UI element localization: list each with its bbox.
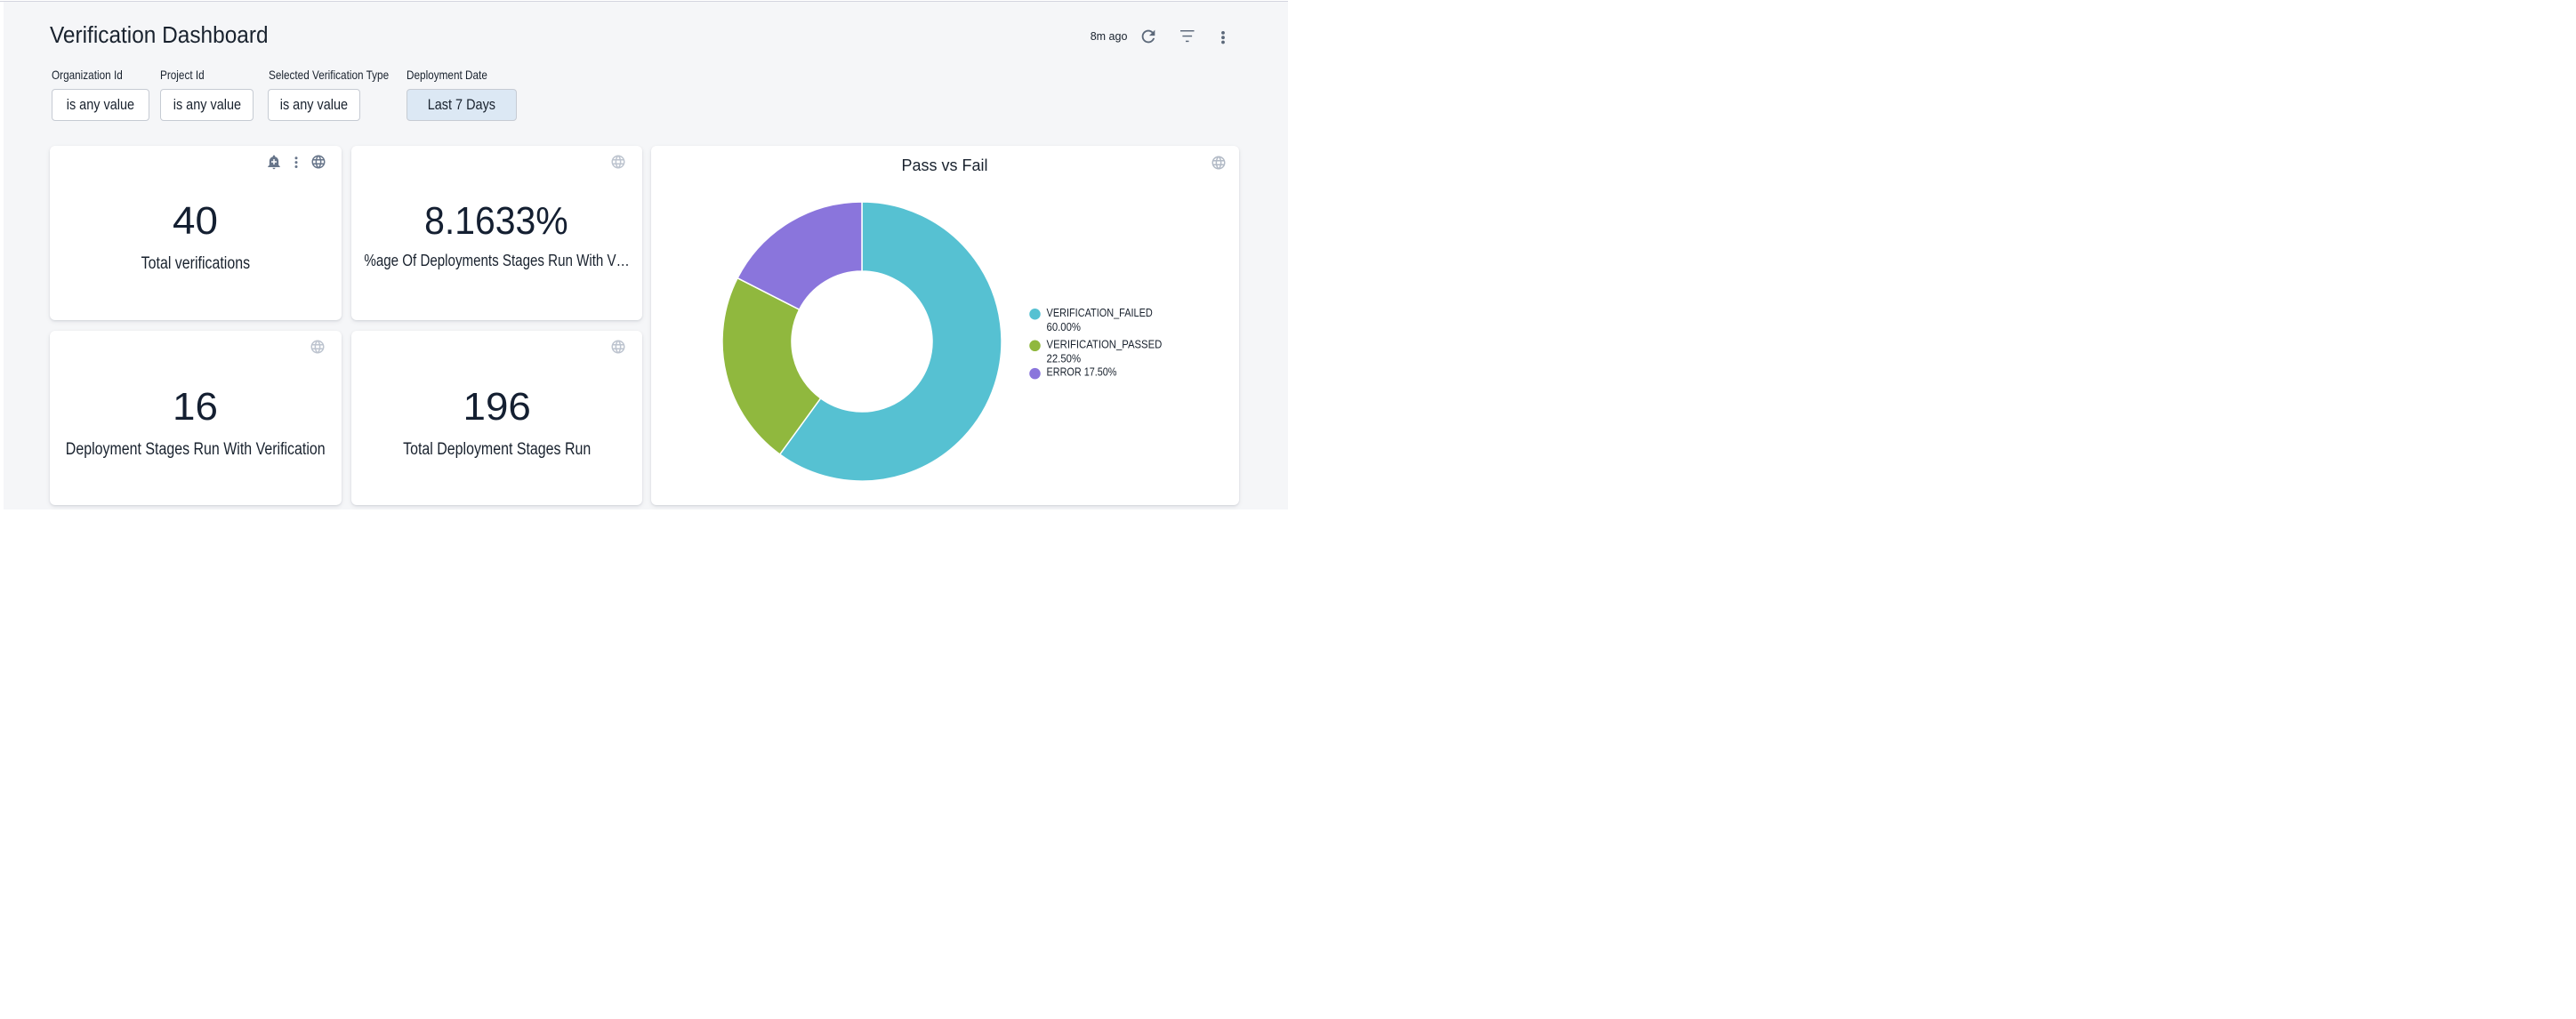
svg-text:VERIFICATION_FAILED: VERIFICATION_FAILED [1046,309,1152,319]
svg-text:ERROR 17.50%: ERROR 17.50% [1046,365,1116,378]
svg-text:22.50%: 22.50% [1046,352,1081,365]
svg-text:60.00%: 60.00% [1046,320,1080,333]
svg-text:VERIFICATION_PASSED: VERIFICATION_PASSED [1046,338,1162,350]
